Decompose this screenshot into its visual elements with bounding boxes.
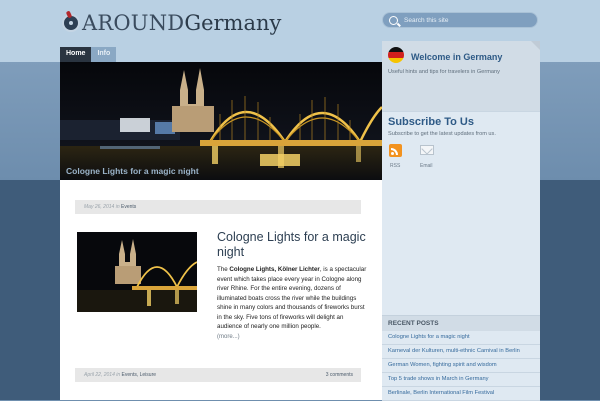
- recent-post-link[interactable]: German Women, fighting spirit and wisdom: [382, 359, 540, 373]
- post-date-2: April 22, 2014: [84, 372, 115, 378]
- subscribe-text: Subscribe to get the latest updates from…: [388, 131, 496, 137]
- post-excerpt-the: The: [217, 266, 228, 273]
- germany-flag-icon: [388, 47, 404, 63]
- main-content: May 26, 2014 in Events Cologne Lights fo…: [60, 180, 382, 400]
- logo-text-around: AROUND: [82, 11, 185, 35]
- subscribe-widget: Subscribe To Us Subscribe to get the lat…: [382, 111, 540, 182]
- post-thumbnail-image: [77, 232, 197, 312]
- search-box: [382, 12, 538, 28]
- compass-icon: [62, 14, 80, 32]
- sidebar: Welcome in Germany Useful hints and tips…: [382, 41, 540, 401]
- read-more-link[interactable]: (more...): [217, 334, 240, 340]
- post-meta-in-2: in: [116, 372, 121, 378]
- recent-post-link[interactable]: Cologne Lights for a magic night: [382, 331, 540, 345]
- post-category-link[interactable]: Events: [121, 204, 136, 210]
- email-icon[interactable]: [420, 145, 434, 155]
- welcome-text: Useful hints and tips for travelers in G…: [388, 69, 500, 75]
- post-meta-bar-2: April 22, 2014 in Events, Leisure 3 comm…: [75, 368, 361, 382]
- hero-banner[interactable]: Cologne Lights for a magic night: [60, 62, 382, 180]
- nav-item-home[interactable]: Home: [60, 47, 92, 62]
- hero-image: [60, 62, 382, 180]
- logo-text-germany: Germany: [184, 11, 282, 35]
- welcome-title: Welcome in Germany: [411, 52, 503, 62]
- post-thumbnail[interactable]: [77, 232, 197, 312]
- email-label[interactable]: Email: [420, 163, 433, 169]
- comments-link[interactable]: 3 comments: [326, 368, 353, 382]
- subscribe-title: Subscribe To Us: [388, 116, 474, 128]
- post-excerpt: The Cologne Lights, Kölner Lichter, is a…: [217, 265, 367, 332]
- recent-posts-widget: RECENT POSTS Cologne Lights for a magic …: [382, 315, 540, 401]
- post-date: May 26, 2014: [84, 204, 115, 210]
- search-input[interactable]: [404, 16, 524, 24]
- recent-post-link[interactable]: Top 5 trade shows in March in Germany: [382, 373, 540, 387]
- site-logo[interactable]: AROUND Germany: [62, 8, 281, 38]
- recent-posts-heading: RECENT POSTS: [382, 315, 540, 331]
- nav-item-info[interactable]: Info: [91, 47, 117, 62]
- rss-icon[interactable]: [389, 144, 402, 157]
- rss-label[interactable]: RSS: [390, 163, 400, 169]
- search-icon[interactable]: [389, 15, 398, 25]
- welcome-widget: Welcome in Germany Useful hints and tips…: [382, 41, 540, 111]
- post-excerpt-text: , is a spectacular event which takes pla…: [217, 266, 367, 330]
- post-meta-in: in: [115, 204, 120, 210]
- post-excerpt-bold: Cologne Lights, Kölner Lichter: [229, 266, 320, 273]
- recent-post-link[interactable]: Berlinale, Berlin International Film Fes…: [382, 387, 540, 401]
- hero-caption[interactable]: Cologne Lights for a magic night: [66, 166, 199, 176]
- post-title[interactable]: Cologne Lights for a magic night: [217, 230, 367, 260]
- recent-post-link[interactable]: Karneval der Kulturen, multi-ethnic Carn…: [382, 345, 540, 359]
- post-meta-bar: May 26, 2014 in Events: [75, 200, 361, 214]
- post-categories-link[interactable]: Events, Leisure: [122, 372, 156, 378]
- main-nav: Home Info: [60, 47, 117, 62]
- corner-fold: [531, 41, 540, 50]
